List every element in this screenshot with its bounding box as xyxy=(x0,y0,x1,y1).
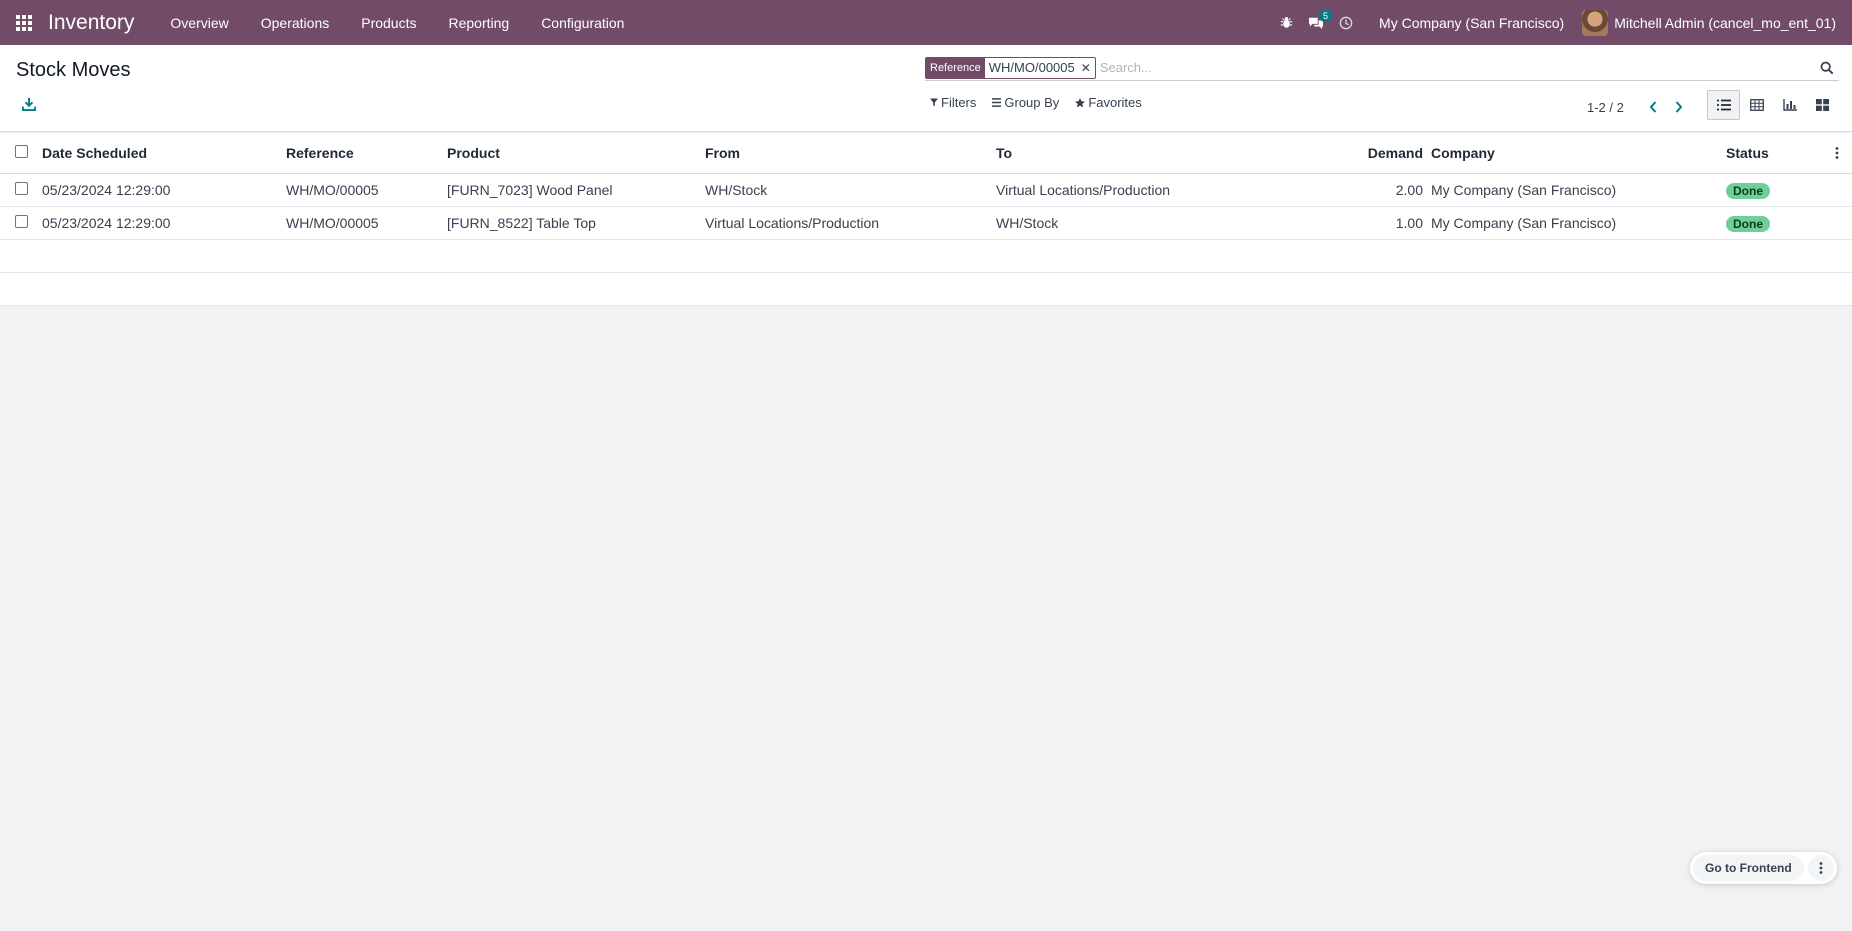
pager: 1-2 / 2 xyxy=(1587,97,1692,117)
menu-operations[interactable]: Operations xyxy=(245,0,345,45)
column-demand[interactable]: Demand xyxy=(1286,145,1431,161)
status-badge: Done xyxy=(1726,182,1770,199)
column-status[interactable]: Status xyxy=(1726,145,1822,161)
kanban-view-icon[interactable] xyxy=(1806,90,1839,120)
control-panel: Stock Moves Reference WH/MO/00005 ✕ Filt… xyxy=(0,45,1852,132)
filters-label: Filters xyxy=(941,95,977,110)
cell-date: 05/23/2024 12:29:00 xyxy=(42,182,171,198)
cell-status: Done xyxy=(1726,182,1822,199)
navbar-systray: 5 My Company (San Francisco) Mitchell Ad… xyxy=(1271,0,1852,45)
messages-chat-icon[interactable]: 5 xyxy=(1301,0,1333,45)
graph-view-icon[interactable] xyxy=(1773,90,1806,120)
menu-products[interactable]: Products xyxy=(345,0,432,45)
more-options-icon[interactable] xyxy=(1807,855,1834,881)
facet-label: Reference xyxy=(926,57,985,78)
pivot-view-icon[interactable] xyxy=(1740,90,1773,120)
table-row[interactable]: 05/23/2024 12:29:00 WH/MO/00005 [FURN_85… xyxy=(0,207,1852,240)
pager-value[interactable]: 1-2 / 2 xyxy=(1587,100,1624,115)
select-all-checkbox[interactable] xyxy=(15,145,28,158)
search-options: Filters Group By Favorites xyxy=(930,95,1158,110)
column-date-scheduled[interactable]: Date Scheduled xyxy=(42,145,286,161)
row-select-cell xyxy=(0,215,42,231)
optional-columns-icon[interactable] xyxy=(1822,147,1852,159)
avatar xyxy=(1582,9,1609,36)
cell-demand: 2.00 xyxy=(1395,182,1423,198)
row-select-cell xyxy=(0,182,42,198)
empty-row xyxy=(0,240,1852,273)
column-company[interactable]: Company xyxy=(1431,145,1726,161)
column-from[interactable]: From xyxy=(705,145,996,161)
pager-previous-icon[interactable] xyxy=(1640,97,1666,117)
menu-overview[interactable]: Overview xyxy=(154,0,244,45)
status-badge: Done xyxy=(1726,215,1770,232)
favorites-button[interactable]: Favorites xyxy=(1075,95,1142,110)
column-product[interactable]: Product xyxy=(447,145,705,161)
page-title: Stock Moves xyxy=(16,59,131,81)
frontend-floating-bar: Go to Frontend xyxy=(1690,852,1837,884)
group-by-label: Group By xyxy=(1004,95,1060,110)
column-reference[interactable]: Reference xyxy=(286,145,447,161)
cell-product: [FURN_8522] Table Top xyxy=(447,215,596,231)
go-to-frontend-button[interactable]: Go to Frontend xyxy=(1693,855,1804,881)
apps-menu-icon[interactable] xyxy=(0,0,48,45)
cell-demand: 1.00 xyxy=(1395,215,1423,231)
search-input[interactable] xyxy=(1099,60,1815,75)
select-all-cell xyxy=(0,145,42,161)
top-navbar: Inventory Overview Operations Products R… xyxy=(0,0,1852,45)
cell-reference: WH/MO/00005 xyxy=(286,215,379,231)
debug-bug-icon[interactable] xyxy=(1271,0,1301,45)
list-header: Date Scheduled Reference Product From To… xyxy=(0,133,1852,174)
cell-company: My Company (San Francisco) xyxy=(1431,215,1617,231)
group-by-button[interactable]: Group By xyxy=(992,95,1059,110)
row-checkbox[interactable] xyxy=(15,182,28,195)
facet-value: WH/MO/00005 xyxy=(988,60,1075,75)
cell-from: WH/Stock xyxy=(705,182,768,198)
list-view-icon[interactable] xyxy=(1707,90,1740,120)
user-menu[interactable]: Mitchell Admin (cancel_mo_ent_01) xyxy=(1582,9,1852,36)
activity-clock-icon[interactable] xyxy=(1331,0,1361,45)
menu-configuration[interactable]: Configuration xyxy=(525,0,640,45)
cell-to: Virtual Locations/Production xyxy=(996,182,1171,198)
cell-product: [FURN_7023] Wood Panel xyxy=(447,182,613,198)
cell-from: Virtual Locations/Production xyxy=(705,215,880,231)
app-brand[interactable]: Inventory xyxy=(48,11,134,35)
company-switcher[interactable]: My Company (San Francisco) xyxy=(1361,15,1582,31)
list-bars-icon xyxy=(992,98,1002,107)
cell-date: 05/23/2024 12:29:00 xyxy=(42,215,171,231)
pager-next-icon[interactable] xyxy=(1666,97,1692,117)
search-facet: Reference WH/MO/00005 ✕ xyxy=(925,56,1096,79)
cell-reference: WH/MO/00005 xyxy=(286,182,379,198)
menu-reporting[interactable]: Reporting xyxy=(432,0,525,45)
cell-company: My Company (San Francisco) xyxy=(1431,182,1617,198)
search-icon[interactable] xyxy=(1815,61,1839,75)
cell-to: WH/Stock xyxy=(996,215,1059,231)
empty-row xyxy=(0,273,1852,306)
column-to[interactable]: To xyxy=(996,145,1286,161)
table-row[interactable]: 05/23/2024 12:29:00 WH/MO/00005 [FURN_70… xyxy=(0,174,1852,207)
filters-button[interactable]: Filters xyxy=(930,95,976,110)
row-checkbox[interactable] xyxy=(15,215,28,228)
facet-remove-icon[interactable]: ✕ xyxy=(1079,61,1095,75)
favorites-label: Favorites xyxy=(1088,95,1142,110)
view-switcher xyxy=(1707,90,1839,120)
user-name: Mitchell Admin (cancel_mo_ent_01) xyxy=(1614,14,1836,31)
download-icon[interactable] xyxy=(21,97,42,117)
cell-status: Done xyxy=(1726,215,1822,232)
stock-moves-list: Date Scheduled Reference Product From To… xyxy=(0,133,1852,306)
search-bar: Reference WH/MO/00005 ✕ xyxy=(925,55,1839,81)
star-icon xyxy=(1075,97,1086,107)
filter-icon xyxy=(930,98,938,107)
